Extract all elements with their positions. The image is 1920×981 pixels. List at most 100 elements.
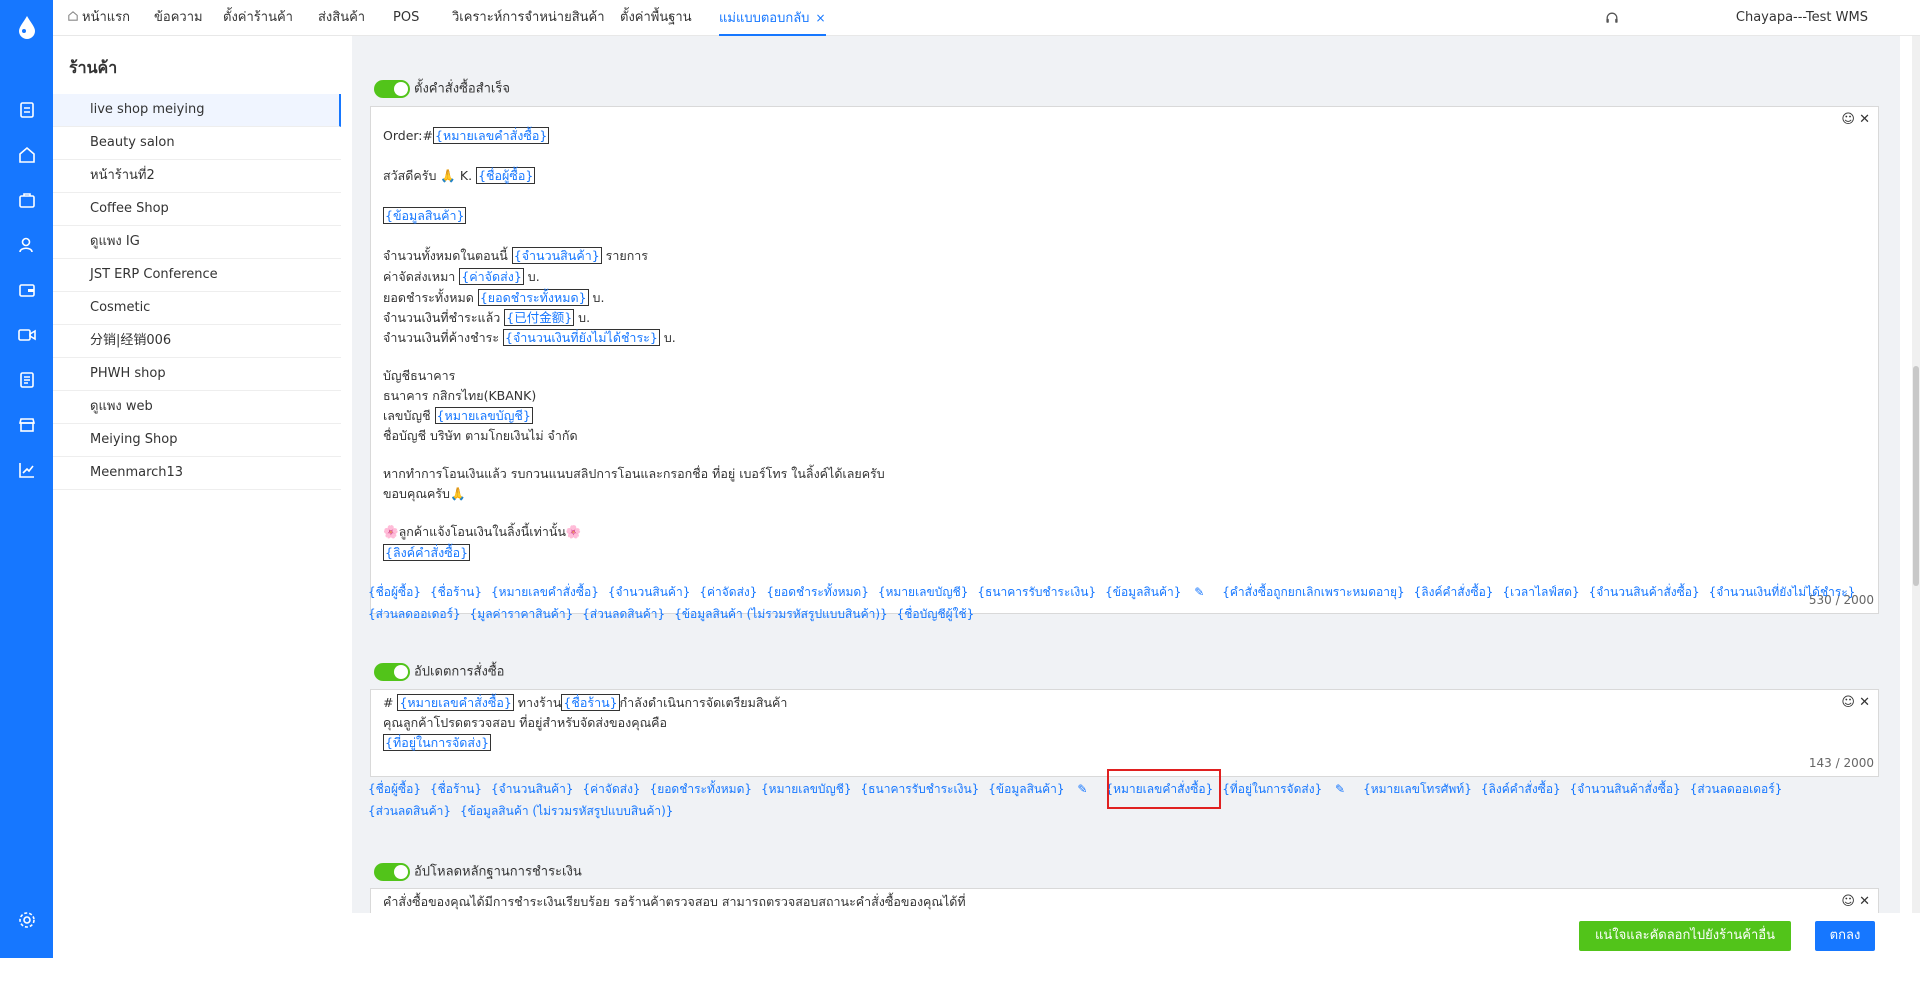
order-update-editor[interactable]: ☺ ✕ # {หมายเลขคำสั่งซื้อ} ทางร้าน {ชื่อร้… [370, 689, 1879, 777]
variable-chip[interactable]: {มูลค่าราคาสินค้า} [470, 607, 574, 621]
settings-icon[interactable] [17, 910, 37, 930]
tab-messages[interactable]: ข้อความ [154, 0, 203, 36]
shop-icon[interactable] [17, 415, 37, 435]
variable-chip[interactable]: {ข้อมูลสินค้า} ✎ [988, 782, 1096, 796]
edit-icon[interactable]: ✎ [1194, 585, 1204, 599]
order-success-toggle[interactable] [374, 80, 410, 98]
variable-chip[interactable]: {จำนวนสินค้าสั่งซื้อ} [1570, 782, 1681, 796]
variable-chip[interactable]: {ลิงค์คำสั่งซื้อ} [1481, 782, 1561, 796]
variable-chip[interactable]: {ชื่อผู้ซื้อ} [368, 585, 421, 599]
variable-token[interactable]: {ลิงค์คำสั่งซื้อ} [383, 544, 471, 561]
store-item[interactable]: ดูแพง IG [53, 226, 341, 259]
variable-token[interactable]: {หมายเลขบัญชี} [434, 407, 533, 424]
variable-token[interactable]: {ค่าจัดส่ง} [459, 268, 524, 285]
variable-token[interactable]: {จำนวนเงินที่ยังไม่ได้ชำระ} [503, 329, 660, 346]
variable-chip[interactable]: {จำนวนเงินที่ยังไม่ได้ชำระ} [1709, 585, 1856, 599]
variable-chip[interactable]: {หมายเลขบัญชี} [878, 585, 969, 599]
variable-chip[interactable]: {คำสั่งซื้อถูกยกเลิกเพราะหมดอายุ} [1222, 585, 1404, 599]
variable-chip[interactable]: {ยอดชำระทั้งหมด} [766, 585, 868, 599]
store-item[interactable]: 分销|经销006 [53, 325, 341, 358]
home-icon[interactable] [17, 145, 37, 165]
variable-chip[interactable]: {ที่อยู่ในการจัดส่ง} ✎ [1222, 782, 1354, 796]
logo-icon[interactable] [14, 14, 40, 40]
emoji-icon[interactable]: ☺ [1841, 112, 1855, 127]
variable-chip[interactable]: {จำนวนสินค้า} [491, 782, 573, 796]
variable-chip[interactable]: {ลิงค์คำสั่งซื้อ} [1414, 585, 1494, 599]
edit-icon[interactable]: ✎ [1077, 782, 1087, 796]
ok-button[interactable]: ตกลง [1815, 921, 1875, 951]
variable-chip[interactable]: {ส่วนลดสินค้า} [368, 804, 451, 818]
variable-chip[interactable]: {จำนวนสินค้าสั่งซื้อ} [1589, 585, 1700, 599]
store-item[interactable]: JST ERP Conference [53, 259, 341, 292]
variable-token[interactable]: {ยอดชำระทั้งหมด} [477, 289, 589, 306]
user-name[interactable]: Chayapa---Test WMS [1736, 0, 1868, 36]
variable-chip[interactable]: {ธนาคารรับชำระเงิน} [861, 782, 980, 796]
template-editor-area: ตั้งคำสั่งซื้อสำเร็จ ☺ ✕ Order:# {หมายเลข… [352, 36, 1900, 958]
edit-icon[interactable]: ✎ [1335, 782, 1345, 796]
list-icon[interactable] [17, 370, 37, 390]
store-item[interactable]: Meenmarch13 [53, 457, 341, 490]
document-icon[interactable] [17, 100, 37, 120]
variable-chip[interactable]: {ชื่อร้าน} [430, 585, 482, 599]
users-icon[interactable] [17, 235, 37, 255]
video-icon[interactable] [17, 325, 37, 345]
variable-chip[interactable]: {ส่วนลดออเดอร์} [1690, 782, 1783, 796]
variable-chip[interactable]: {จำนวนสินค้า} [608, 585, 690, 599]
variable-chip[interactable]: {ข้อมูลสินค้า} ✎ [1105, 585, 1213, 599]
store-item[interactable]: ดูแพง web [53, 391, 341, 424]
bag-icon[interactable] [17, 190, 37, 210]
variable-token[interactable]: {已付金额} [504, 309, 575, 326]
emoji-icon[interactable]: ☺ [1841, 695, 1855, 710]
variable-chip[interactable]: {ค่าจัดส่ง} [583, 782, 641, 796]
variable-chip[interactable]: {ชื่อบัญชีผู้ใช้} [897, 607, 975, 621]
scrollbar[interactable] [1912, 36, 1920, 958]
variable-token[interactable]: {หมายเลขคำสั่งซื้อ} [433, 127, 550, 144]
tab-reply-templates[interactable]: แม่แบบตอบกลับ × [719, 0, 826, 36]
variable-token[interactable]: {ข้อมูลสินค้า} [383, 207, 467, 224]
variable-token[interactable]: {จำนวนสินค้า} [511, 247, 602, 264]
store-item[interactable]: Coffee Shop [53, 193, 341, 226]
copy-to-other-stores-button[interactable]: แน่ใจและคัดลอกไปยังร้านค้าอื่น ๆ [1579, 921, 1791, 973]
chart-icon[interactable] [17, 460, 37, 480]
variable-chip[interactable]: {ชื่อผู้ซื้อ} [368, 782, 421, 796]
variable-token[interactable]: {ชื่อผู้ซื้อ} [476, 167, 536, 184]
store-item[interactable]: หน้าร้านที่2 [53, 160, 341, 193]
variable-token[interactable]: {หมายเลขคำสั่งซื้อ} [397, 694, 514, 711]
variable-chip[interactable]: {หมายเลขคำสั่งซื้อ} [491, 585, 599, 599]
tab-store-settings[interactable]: ตั้งค่าร้านค้า [223, 0, 293, 36]
payment-proof-toggle[interactable] [374, 863, 410, 881]
clear-icon[interactable]: ✕ [1859, 894, 1870, 909]
variable-chip[interactable]: {ชื่อร้าน} [430, 782, 482, 796]
variable-token[interactable]: {ที่อยู่ในการจัดส่ง} [383, 734, 492, 751]
order-update-toggle[interactable] [374, 663, 410, 681]
variable-chip[interactable]: {หมายเลขบัญชี} [761, 782, 852, 796]
store-item[interactable]: Cosmetic [53, 292, 341, 325]
variable-chip[interactable]: {ส่วนลดออเดอร์} [368, 607, 461, 621]
tab-basic-settings[interactable]: ตั้งค่าพื้นฐาน [620, 0, 692, 36]
tab-shipping[interactable]: ส่งสินค้า [318, 0, 365, 36]
wallet-icon[interactable] [17, 280, 37, 300]
variable-chip[interactable]: {ข้อมูลสินค้า (ไม่รวมรหัสรูปแบบสินค้า)} [674, 607, 887, 621]
variable-chip[interactable]: {ยอดชำระทั้งหมด} [650, 782, 752, 796]
variable-chip[interactable]: {ธนาคารรับชำระเงิน} [977, 585, 1096, 599]
variable-chip[interactable]: {หมายเลขโทรศัพท์} [1363, 782, 1472, 796]
variable-chip[interactable]: {ค่าจัดส่ง} [699, 585, 757, 599]
store-item[interactable]: live shop meiying [53, 94, 341, 127]
tab-sales-analysis[interactable]: วิเคราะห์การจำหน่ายสินค้า [452, 0, 605, 36]
close-icon[interactable]: × [815, 11, 825, 25]
tab-home[interactable]: หน้าแรก [67, 0, 130, 36]
variable-token[interactable]: {ชื่อร้าน} [561, 694, 620, 711]
store-item[interactable]: Beauty salon [53, 127, 341, 160]
scrollbar-thumb[interactable] [1913, 366, 1919, 586]
variable-chip[interactable]: {เวลาไลฟ์สด} [1502, 585, 1579, 599]
order-success-editor[interactable]: ☺ ✕ Order:# {หมายเลขคำสั่งซื้อ} สวัสดีครั… [370, 106, 1879, 614]
store-item[interactable]: PHWH shop [53, 358, 341, 391]
headset-icon[interactable] [1604, 10, 1620, 26]
clear-icon[interactable]: ✕ [1859, 112, 1870, 127]
clear-icon[interactable]: ✕ [1859, 695, 1870, 710]
variable-chip[interactable]: {ข้อมูลสินค้า (ไม่รวมรหัสรูปแบบสินค้า)} [460, 804, 673, 818]
emoji-icon[interactable]: ☺ [1841, 894, 1855, 909]
store-item[interactable]: Meiying Shop [53, 424, 341, 457]
tab-pos[interactable]: POS [393, 0, 419, 36]
variable-chip[interactable]: {ส่วนลดสินค้า} [582, 607, 665, 621]
